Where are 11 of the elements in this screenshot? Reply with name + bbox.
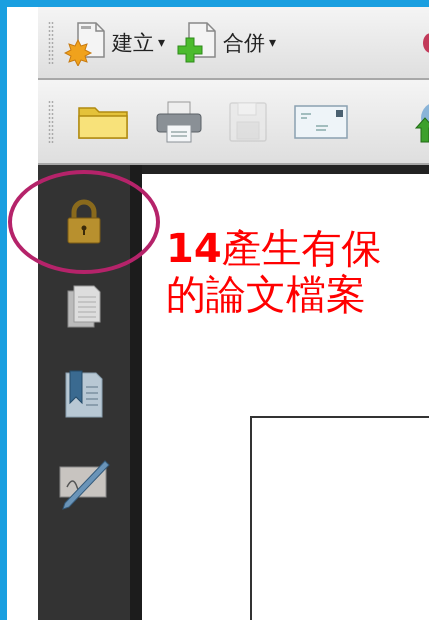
grip-handle[interactable]: [48, 20, 54, 64]
merge-menu-button[interactable]: 合併 ▾: [175, 20, 276, 66]
toolbar-icon[interactable]: [423, 30, 429, 54]
signature-pen-icon[interactable]: [57, 459, 111, 511]
grip-handle[interactable]: [48, 100, 54, 144]
annotation-text: 的論文檔案: [166, 272, 367, 318]
document-star-icon: [64, 20, 108, 66]
printer-icon: [154, 98, 204, 144]
annotation-text: 14產生有保: [166, 226, 383, 272]
create-menu-button[interactable]: 建立 ▾: [64, 20, 166, 66]
print-button[interactable]: [154, 98, 204, 144]
